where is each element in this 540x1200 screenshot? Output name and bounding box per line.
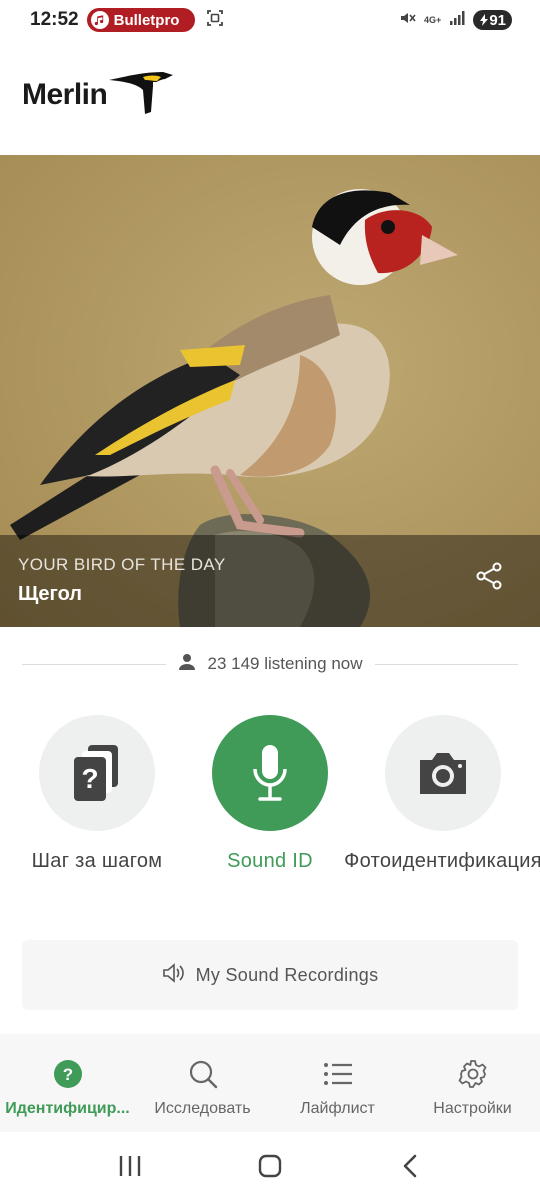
logo-text: Merlin (22, 78, 108, 111)
bird-of-the-day-card[interactable]: YOUR BIRD OF THE DAY Щегол (0, 155, 540, 627)
charging-icon (480, 14, 489, 26)
divider-left (22, 663, 166, 665)
step-by-step-label: Шаг за шагом (31, 850, 163, 872)
home-icon (258, 1154, 282, 1178)
nav-identify[interactable]: ? Идентифицир... (0, 1034, 135, 1132)
share-icon (476, 562, 502, 590)
nav-lifelist[interactable]: Лайфлист (270, 1034, 405, 1132)
svg-text:?: ? (62, 1065, 72, 1084)
signal-icon (449, 10, 465, 31)
camera-icon (420, 753, 466, 794)
svg-text:?: ? (81, 763, 98, 794)
nav-explore[interactable]: Исследовать (135, 1034, 270, 1132)
nav-settings[interactable]: Настройки (405, 1034, 540, 1132)
recent-apps-button[interactable] (100, 1146, 160, 1186)
nav-explore-label: Исследовать (154, 1100, 251, 1117)
help-circle-icon: ? (53, 1058, 83, 1090)
system-navigation-bar (0, 1132, 540, 1200)
speaker-icon (162, 962, 184, 988)
gear-icon (458, 1058, 488, 1090)
hero-bird-name: Щегол (18, 583, 82, 605)
network-type: 4G+ (424, 14, 442, 25)
divider-right (374, 663, 519, 665)
question-cards-icon: ? (74, 745, 118, 801)
back-icon (403, 1154, 417, 1178)
listening-counter: 23 149 listening now (22, 650, 519, 678)
hero-kicker: YOUR BIRD OF THE DAY (18, 555, 226, 574)
my-sound-recordings-button[interactable]: My Sound Recordings (22, 940, 518, 1010)
step-by-step-button[interactable]: ? Шаг за шагом (12, 715, 182, 874)
microphone-icon (253, 745, 287, 801)
list-icon (323, 1058, 353, 1090)
screenshot-icon (205, 8, 225, 33)
status-time: 12:52 (30, 9, 79, 30)
my-sound-recordings-label: My Sound Recordings (195, 964, 379, 985)
search-icon (188, 1058, 218, 1090)
hero-caption: YOUR BIRD OF THE DAY Щегол (0, 535, 540, 627)
bottom-nav: ? Идентифицир... Исследовать Лайфлист На… (0, 1034, 540, 1132)
identify-actions: ? Шаг за шагом Sound ID Фотоидентификаци… (0, 715, 540, 874)
app-header: Merlin (22, 60, 177, 130)
sound-id-button[interactable]: Sound ID (185, 715, 355, 874)
photo-id-circle[interactable] (385, 715, 501, 831)
music-app-icon (90, 11, 109, 29)
photo-id-label: Фотоидентификация (344, 850, 540, 872)
sound-id-label: Sound ID (227, 850, 313, 872)
merlin-bird-logo-icon (107, 68, 177, 123)
nav-settings-label: Настройки (433, 1100, 512, 1117)
step-by-step-circle[interactable]: ? (39, 715, 155, 831)
mute-icon (398, 9, 416, 32)
photo-id-button[interactable]: Фотоидентификация (344, 715, 540, 874)
back-button[interactable] (380, 1146, 440, 1186)
notification-pill[interactable]: Bulletpro (86, 8, 195, 32)
notification-app-name: Bulletpro (113, 11, 180, 29)
person-icon (178, 653, 196, 676)
home-button[interactable] (240, 1146, 300, 1186)
share-button[interactable] (474, 561, 510, 597)
nav-lifelist-label: Лайфлист (300, 1100, 375, 1117)
listening-count-text: 23 149 listening now (207, 654, 363, 673)
battery-indicator: 91 (473, 10, 512, 30)
sound-id-circle[interactable] (212, 715, 328, 831)
battery-level: 91 (489, 11, 506, 29)
nav-identify-label: Идентифицир... (5, 1100, 130, 1117)
status-bar: 12:52 Bulletpro 4G+ 91 (0, 0, 540, 40)
recent-apps-icon (119, 1156, 141, 1176)
